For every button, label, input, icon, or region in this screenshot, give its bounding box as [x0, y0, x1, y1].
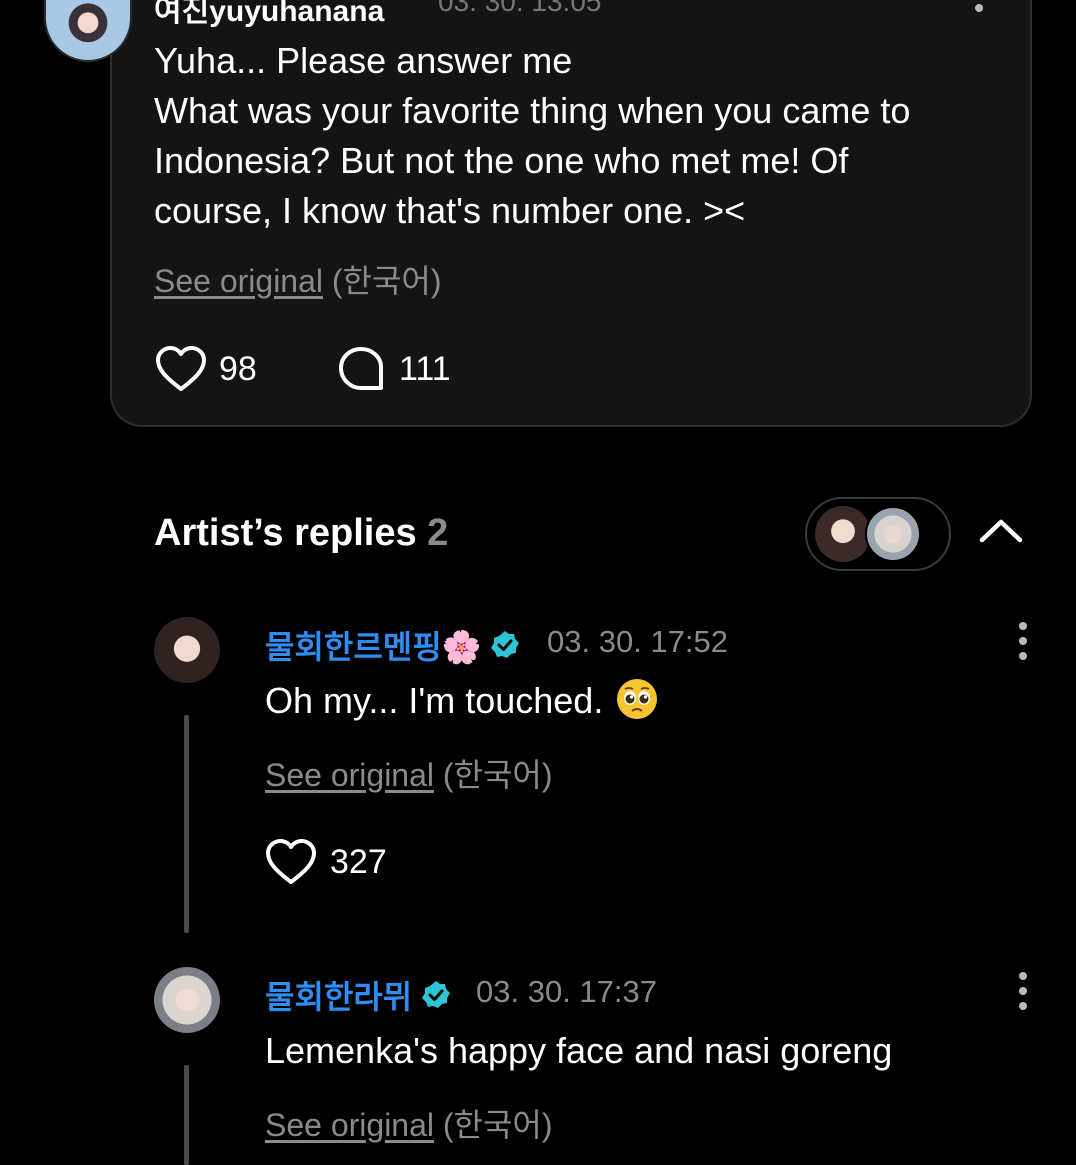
reply-author[interactable]: 물회한르멘핑🌸 — [265, 622, 521, 668]
reply-author-name: 물회한르멘핑🌸 — [265, 629, 482, 665]
see-original-link[interactable]: See original — [265, 1107, 434, 1143]
like-button[interactable]: 98 — [155, 345, 257, 393]
reply-see-original: See original (한국어) — [265, 1100, 553, 1146]
artist-avatar — [865, 506, 921, 562]
more-icon[interactable] — [1019, 622, 1027, 667]
verified-icon — [491, 631, 520, 658]
heart-icon — [156, 346, 206, 391]
artist-replies-count: 2 — [427, 512, 449, 554]
chevron-up-icon[interactable] — [978, 515, 1024, 545]
artist-avatars-pill[interactable] — [805, 497, 951, 571]
artist-replies-title: Artist’s replies 2 — [154, 512, 448, 555]
verified-icon — [422, 981, 451, 1008]
reply-author-avatar[interactable] — [154, 617, 220, 683]
reply-author-avatar[interactable] — [154, 967, 220, 1033]
reply-author[interactable]: 물회한라뮈 — [265, 972, 452, 1018]
post-line: What was your favorite thing when you ca… — [154, 90, 911, 131]
comment-icon — [339, 347, 383, 390]
reply-like-count: 327 — [330, 842, 387, 881]
thread-line — [184, 715, 189, 933]
more-icon[interactable] — [1019, 972, 1027, 1017]
artist-replies-label: Artist’s replies — [154, 512, 417, 554]
more-icon[interactable] — [975, 4, 983, 12]
reply-see-original: See original (한국어) — [265, 750, 553, 796]
reply-like-button[interactable]: 327 — [265, 838, 387, 886]
reply-author-name: 물회한라뮈 — [265, 979, 413, 1015]
post-body: Yuha... Please answer me What was your f… — [154, 36, 974, 236]
reply-timestamp: 03. 30. 17:52 — [547, 624, 728, 659]
language-label: (한국어) — [331, 263, 442, 299]
post-line: Indonesia? But not the one who met me! O… — [154, 140, 849, 181]
post-see-original: See original (한국어) — [154, 256, 442, 302]
comment-button[interactable]: 111 — [338, 346, 451, 392]
heart-icon — [266, 839, 316, 884]
reply-text: Oh my... I'm touched. — [265, 680, 604, 721]
post-line: course, I know that's number one. >< — [154, 190, 746, 231]
pleading-face-emoji — [617, 679, 658, 720]
like-count: 98 — [219, 349, 257, 388]
artist-avatar — [815, 506, 871, 562]
post-line: Yuha... Please answer me — [154, 40, 573, 81]
comment-count: 111 — [399, 349, 451, 388]
see-original-link[interactable]: See original — [265, 757, 434, 793]
reply-body: Oh my... I'm touched. — [265, 679, 658, 723]
reply-timestamp: 03. 30. 17:37 — [476, 974, 657, 1009]
language-label: (한국어) — [442, 757, 553, 793]
post-author-name[interactable]: 여진yuyuhanana — [154, 0, 384, 30]
reply-body: Lemenka's happy face and nasi goreng — [265, 1030, 893, 1071]
post-timestamp: 03. 30. 13:05 — [438, 0, 602, 17]
see-original-link[interactable]: See original — [154, 263, 323, 299]
language-label: (한국어) — [442, 1107, 553, 1143]
thread-line — [184, 1065, 189, 1165]
